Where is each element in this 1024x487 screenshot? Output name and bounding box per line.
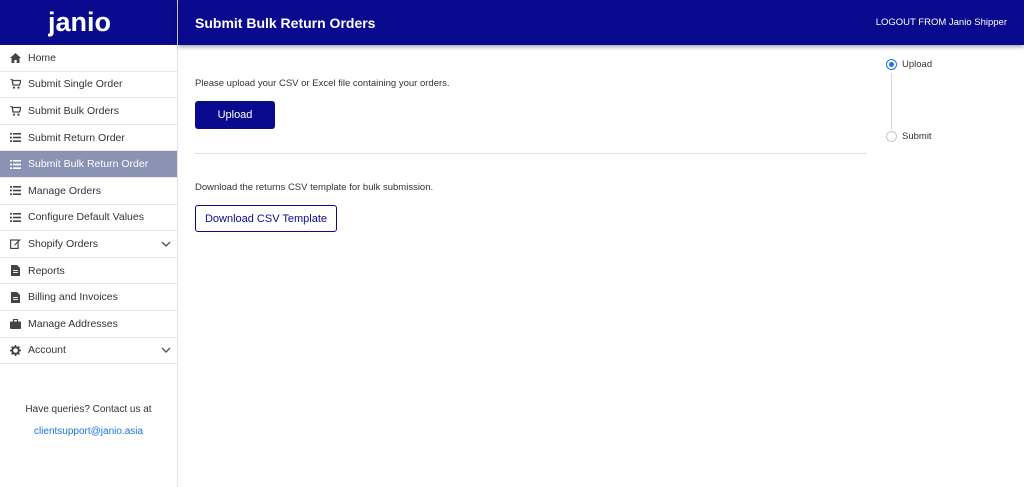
sidebar-item-label: Submit Return Order <box>28 131 125 144</box>
section-divider <box>195 153 867 154</box>
logout-link[interactable]: LOGOUT FROM Janio Shipper <box>876 17 1007 28</box>
sidebar-item-label: Submit Single Order <box>28 78 123 91</box>
sidebar-item-label: Submit Bulk Return Order <box>28 158 149 171</box>
radio-unselected-icon <box>886 131 897 142</box>
list-icon <box>10 185 21 196</box>
step-label: Submit <box>902 131 932 142</box>
sidebar-item-manage-addresses[interactable]: Manage Addresses <box>0 311 177 338</box>
file-icon <box>10 265 21 277</box>
help-section: Have queries? Contact us at clientsuppor… <box>0 404 177 437</box>
upload-instruction: Please upload your CSV or Excel file con… <box>195 78 450 89</box>
sidebar-nav: Home Submit Single Order Submit Bulk Ord… <box>0 45 177 365</box>
support-email-link[interactable]: clientsupport@janio.asia <box>0 426 177 437</box>
chevron-down-icon[interactable] <box>161 239 171 249</box>
step-label: Upload <box>902 59 933 70</box>
sidebar-item-submit-single-order[interactable]: Submit Single Order <box>0 72 177 99</box>
sidebar-item-label: Home <box>28 51 57 64</box>
list-icon <box>10 159 21 170</box>
step-submit: Submit <box>886 131 932 142</box>
sidebar-item-label: Account <box>28 344 66 357</box>
sidebar-item-label: Shopify Orders <box>28 237 99 250</box>
sidebar-item-label: Manage Orders <box>28 184 101 197</box>
sidebar-item-account[interactable]: Account <box>0 338 177 365</box>
sidebar-item-submit-bulk-return-order[interactable]: Submit Bulk Return Order <box>0 151 177 178</box>
template-instruction: Download the returns CSV template for bu… <box>195 182 434 193</box>
logo-bar[interactable]: janio <box>0 0 177 45</box>
sidebar-item-reports[interactable]: Reports <box>0 258 177 285</box>
sidebar-item-home[interactable]: Home <box>0 45 177 72</box>
list-icon <box>10 132 21 143</box>
sidebar-item-label: Manage Addresses <box>28 317 118 330</box>
radio-selected-icon <box>886 59 897 70</box>
step-upload: Upload <box>886 59 932 70</box>
download-csv-template-button[interactable]: Download CSV Template <box>195 205 337 232</box>
sidebar-item-submit-bulk-orders[interactable]: Submit Bulk Orders <box>0 98 177 125</box>
sidebar-item-manage-orders[interactable]: Manage Orders <box>0 178 177 205</box>
sidebar-item-label: Billing and Invoices <box>28 291 118 304</box>
page-title: Submit Bulk Return Orders <box>195 14 376 31</box>
stepper-connector <box>891 73 892 130</box>
sidebar-item-label: Configure Default Values <box>28 211 144 224</box>
sidebar-item-configure-default-values[interactable]: Configure Default Values <box>0 205 177 232</box>
sidebar-item-label: Submit Bulk Orders <box>28 104 120 117</box>
cart-icon <box>10 79 21 90</box>
top-header: Submit Bulk Return Orders LOGOUT FROM Ja… <box>178 0 1024 45</box>
sidebar-item-billing-and-invoices[interactable]: Billing and Invoices <box>0 284 177 311</box>
chevron-down-icon[interactable] <box>161 345 171 355</box>
sidebar-item-label: Reports <box>28 264 65 277</box>
edit-icon <box>10 238 21 250</box>
app-root: janio Home Submit Single Order Submit Bu… <box>0 0 1024 487</box>
upload-button[interactable]: Upload <box>195 101 275 129</box>
janio-logo: janio <box>48 8 111 37</box>
progress-stepper: Upload Submit <box>886 59 1006 149</box>
home-icon <box>10 52 21 63</box>
cart-icon <box>10 105 21 116</box>
file-icon <box>10 291 21 303</box>
sidebar: janio Home Submit Single Order Submit Bu… <box>0 0 178 487</box>
list-icon <box>10 212 21 223</box>
sidebar-item-submit-return-order[interactable]: Submit Return Order <box>0 125 177 152</box>
help-text: Have queries? Contact us at <box>25 404 152 415</box>
svg-text:janio: janio <box>48 8 111 37</box>
gear-icon <box>10 344 21 356</box>
briefcase-icon <box>10 318 21 329</box>
sidebar-item-shopify-orders[interactable]: Shopify Orders <box>0 231 177 258</box>
